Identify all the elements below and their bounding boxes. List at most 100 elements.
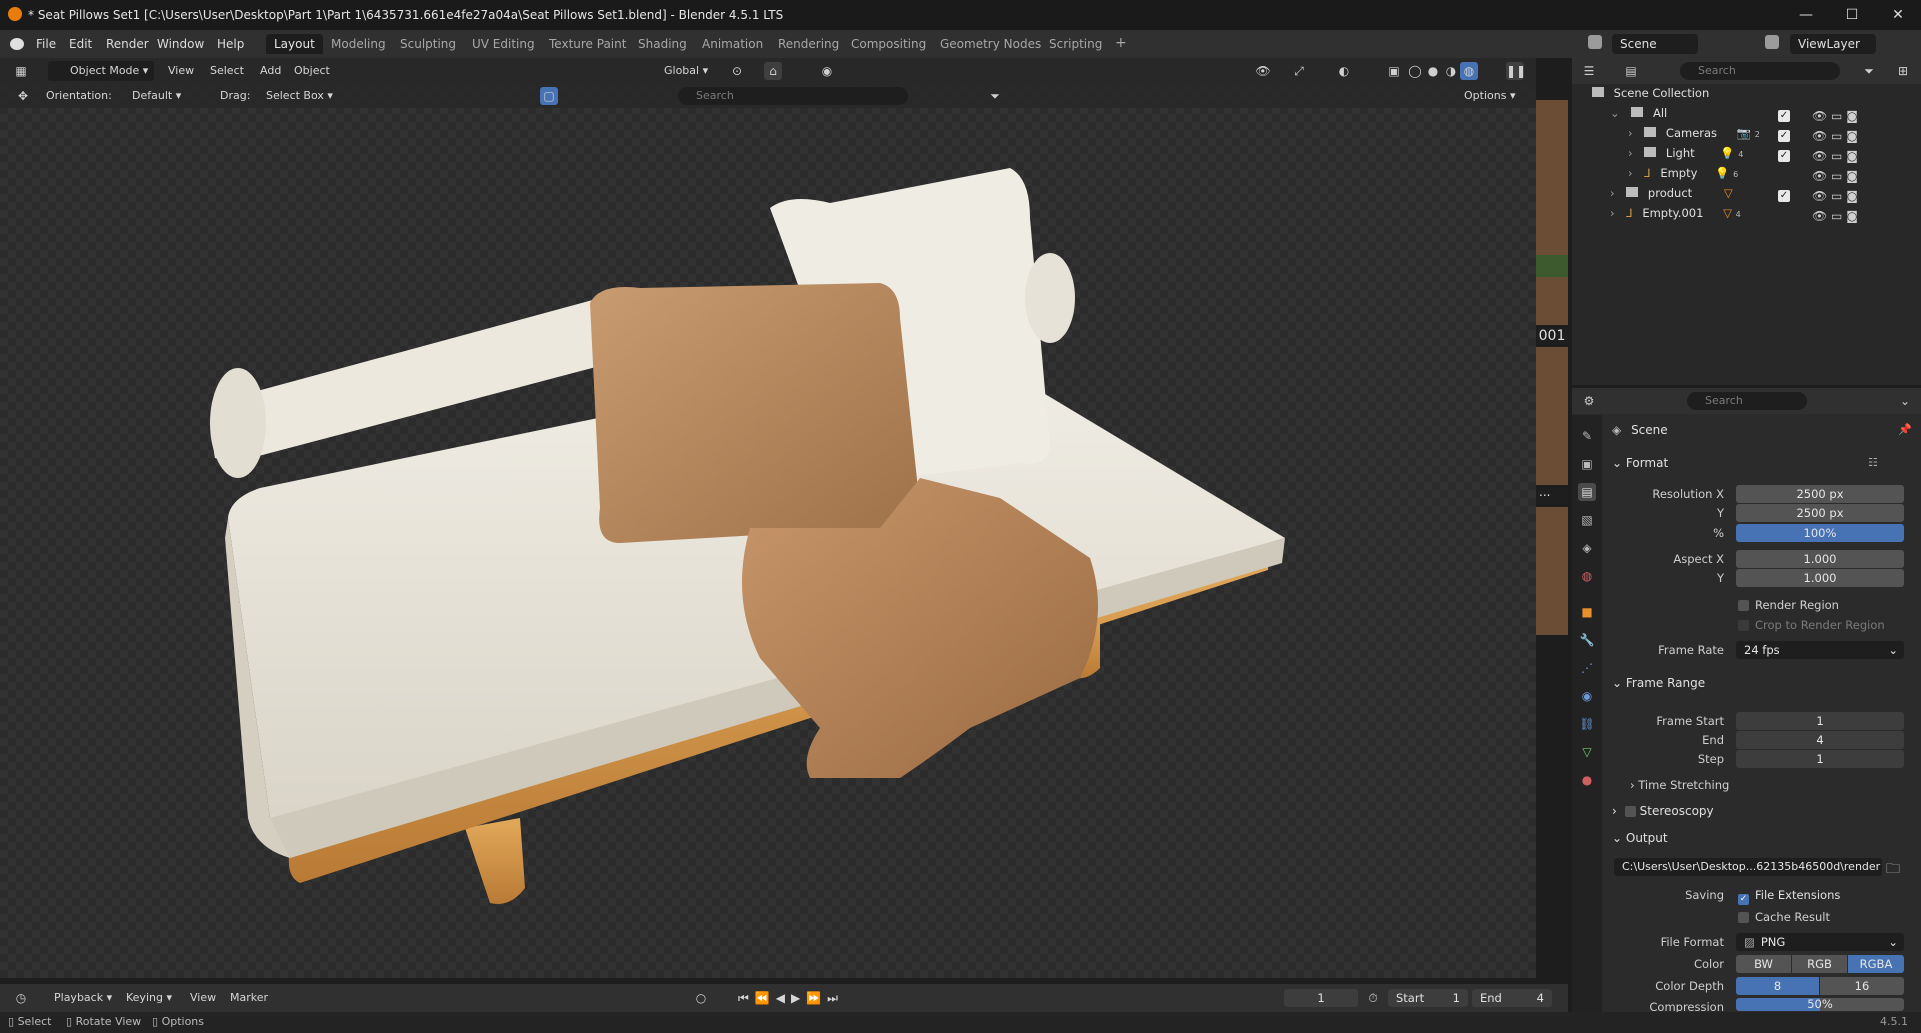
menu-help[interactable]: Help xyxy=(217,37,244,51)
eye-icon[interactable]: 👁 ▭ ◙ xyxy=(1812,166,1858,186)
minimize-button[interactable]: — xyxy=(1783,4,1829,26)
tab-uv-editing[interactable]: UV Editing xyxy=(464,34,543,54)
filter-icon[interactable]: ⏷ xyxy=(986,87,1004,105)
eye-icon[interactable]: 👁 ▭ ◙ xyxy=(1812,146,1858,166)
end-frame-field[interactable]: End 4 xyxy=(1472,989,1552,1007)
snap-icon[interactable]: ⌂ xyxy=(764,62,782,80)
tab-modeling[interactable]: Modeling xyxy=(323,34,394,54)
transform-orientation-selector[interactable]: Global ▾ xyxy=(646,61,714,81)
tool-search-input[interactable]: Search xyxy=(678,87,908,105)
eye-icon[interactable]: 👁 ▭ ◙ xyxy=(1812,186,1858,206)
tab-rendering[interactable]: Rendering xyxy=(770,34,847,54)
tool-tab-icon[interactable]: ✎ xyxy=(1578,427,1596,445)
gizmo-icon[interactable]: ⤢ xyxy=(1290,62,1308,80)
tab-texture-paint[interactable]: Texture Paint xyxy=(541,34,634,54)
mode-selector[interactable]: Object Mode ▾ xyxy=(48,61,155,81)
select-mode-icon[interactable]: ▢ xyxy=(540,87,558,105)
frame-start-field[interactable]: 1 xyxy=(1736,712,1904,730)
folder-icon[interactable]: 🗀 xyxy=(1886,858,1900,882)
time-stretching-subpanel[interactable]: › Time Stretching xyxy=(1630,778,1729,792)
overlay-icon[interactable]: ◐ xyxy=(1335,62,1353,80)
color-rgb-button[interactable]: RGB xyxy=(1792,955,1847,973)
proportional-edit-icon[interactable]: ◉ xyxy=(818,62,836,80)
outliner-item-empty-001[interactable]: › ⅃ Empty.001 ▽ 4 xyxy=(1610,206,1741,226)
stopwatch-icon[interactable]: ⏱ xyxy=(1364,989,1382,1007)
color-rgba-button[interactable]: RGBA xyxy=(1848,955,1904,973)
presets-icon[interactable]: ☷ xyxy=(1868,456,1878,469)
material-shading-icon[interactable]: ◑ xyxy=(1442,62,1460,80)
outliner-item-light[interactable]: › Light 💡 4 xyxy=(1628,146,1743,166)
outliner-item-empty[interactable]: › ⅃ Empty 💡 6 xyxy=(1628,166,1738,186)
resolution-percent-slider[interactable]: 100% xyxy=(1736,524,1904,542)
new-collection-icon[interactable]: ⊞ xyxy=(1894,62,1912,80)
color-bw-button[interactable]: BW xyxy=(1736,955,1791,973)
display-mode-icon[interactable]: ▤ xyxy=(1622,62,1640,80)
frame-range-section-header[interactable]: ⌄ Frame Range xyxy=(1612,676,1705,690)
pin-icon[interactable]: 📌 xyxy=(1898,423,1912,436)
tab-scripting[interactable]: Scripting xyxy=(1041,34,1110,54)
eye-icon[interactable]: 👁 ▭ ◙ xyxy=(1812,106,1858,126)
world-tab-icon[interactable]: ◍ xyxy=(1578,567,1596,585)
file-format-selector[interactable]: ▨ PNG ⌄ xyxy=(1736,933,1904,951)
output-path-field[interactable]: C:\Users\User\Desktop...62135b46500d\ren… xyxy=(1614,858,1882,876)
render-region-checkbox[interactable]: Render Region xyxy=(1738,598,1839,612)
data-tab-icon[interactable]: ▽ xyxy=(1578,743,1596,761)
resolution-y-field[interactable]: 2500 px xyxy=(1736,504,1904,522)
render-tab-icon[interactable]: ▣ xyxy=(1578,455,1596,473)
aspect-x-field[interactable]: 1.000 xyxy=(1736,550,1904,568)
outliner-item-all[interactable]: ⌄ All xyxy=(1610,106,1667,126)
tab-sculpting[interactable]: Sculpting xyxy=(392,34,464,54)
move-tool-icon[interactable]: ✥ xyxy=(14,87,32,105)
timeline-editor-icon[interactable]: ◷ xyxy=(12,989,30,1007)
particles-tab-icon[interactable]: ⋰ xyxy=(1578,659,1596,677)
xray-icon[interactable]: ▣ xyxy=(1385,62,1403,80)
timeline-menu-playback[interactable]: Playback ▾ xyxy=(48,988,118,1008)
output-tab-icon[interactable]: ▤ xyxy=(1578,483,1596,501)
add-workspace-button[interactable]: + xyxy=(1107,34,1135,54)
close-button[interactable]: ✕ xyxy=(1875,4,1921,26)
exclude-checkbox[interactable]: ✓ xyxy=(1778,110,1790,122)
format-section-header[interactable]: ⌄ Format xyxy=(1612,456,1668,470)
drag-selector[interactable]: Select Box ▾ xyxy=(260,86,339,106)
crop-region-checkbox[interactable]: Crop to Render Region xyxy=(1738,618,1885,632)
editor-type-icon[interactable]: ▦ xyxy=(12,62,30,80)
exclude-checkbox[interactable]: ✓ xyxy=(1778,150,1790,162)
object-tab-icon[interactable]: ■ xyxy=(1578,603,1596,621)
timeline-menu-marker[interactable]: Marker xyxy=(224,988,274,1008)
outliner-item-product[interactable]: › product ▽ xyxy=(1610,186,1733,206)
visibility-icon[interactable]: 👁 xyxy=(1254,62,1272,80)
menu-render[interactable]: Render xyxy=(106,37,149,51)
tab-geometry-nodes[interactable]: Geometry Nodes xyxy=(932,34,1049,54)
scene-tab-icon[interactable]: ◈ xyxy=(1578,539,1596,557)
file-extensions-checkbox[interactable]: ✓ File Extensions xyxy=(1738,888,1840,905)
frame-rate-selector[interactable]: 24 fps ⌄ xyxy=(1736,641,1904,659)
frame-end-field[interactable]: 4 xyxy=(1736,731,1904,749)
view-layer-tab-icon[interactable]: ▧ xyxy=(1578,511,1596,529)
outliner-scene-collection[interactable]: Scene Collection xyxy=(1592,86,1709,106)
3d-viewport[interactable] xyxy=(0,58,1536,978)
wireframe-shading-icon[interactable]: ◯ xyxy=(1406,62,1424,80)
modifier-tab-icon[interactable]: 🔧 xyxy=(1578,631,1596,649)
scene-selector[interactable]: Scene xyxy=(1612,34,1698,54)
options-dropdown[interactable]: Options ▾ xyxy=(1458,86,1521,106)
maximize-button[interactable]: ☐ xyxy=(1829,4,1875,26)
physics-tab-icon[interactable]: ◉ xyxy=(1578,687,1596,705)
exclude-checkbox[interactable]: ✓ xyxy=(1778,130,1790,142)
timeline-menu-view[interactable]: View xyxy=(184,988,222,1008)
cache-result-checkbox[interactable]: Cache Result xyxy=(1738,910,1830,924)
start-frame-field[interactable]: Start 1 xyxy=(1388,989,1468,1007)
outliner-search-input[interactable]: Search xyxy=(1680,62,1840,80)
exclude-checkbox[interactable]: ✓ xyxy=(1778,190,1790,202)
autokey-icon[interactable]: ○ xyxy=(692,989,710,1007)
menu-window[interactable]: Window xyxy=(157,37,204,51)
tab-compositing[interactable]: Compositing xyxy=(843,34,934,54)
playback-controls[interactable]: ⏮⏪◀▶⏩⏭ xyxy=(738,991,844,1006)
constraints-tab-icon[interactable]: ⛓ xyxy=(1578,715,1596,733)
tab-layout[interactable]: Layout xyxy=(266,34,323,54)
menu-edit[interactable]: Edit xyxy=(69,37,92,51)
eye-icon[interactable]: 👁 ▭ ◙ xyxy=(1812,206,1858,226)
pause-render-icon[interactable]: ❚❚ xyxy=(1506,62,1526,80)
rendered-shading-icon[interactable]: ◍ xyxy=(1460,62,1478,80)
blender-menu-icon[interactable] xyxy=(10,38,24,50)
outliner-item-cameras[interactable]: › Cameras 📷 2 xyxy=(1628,126,1760,146)
